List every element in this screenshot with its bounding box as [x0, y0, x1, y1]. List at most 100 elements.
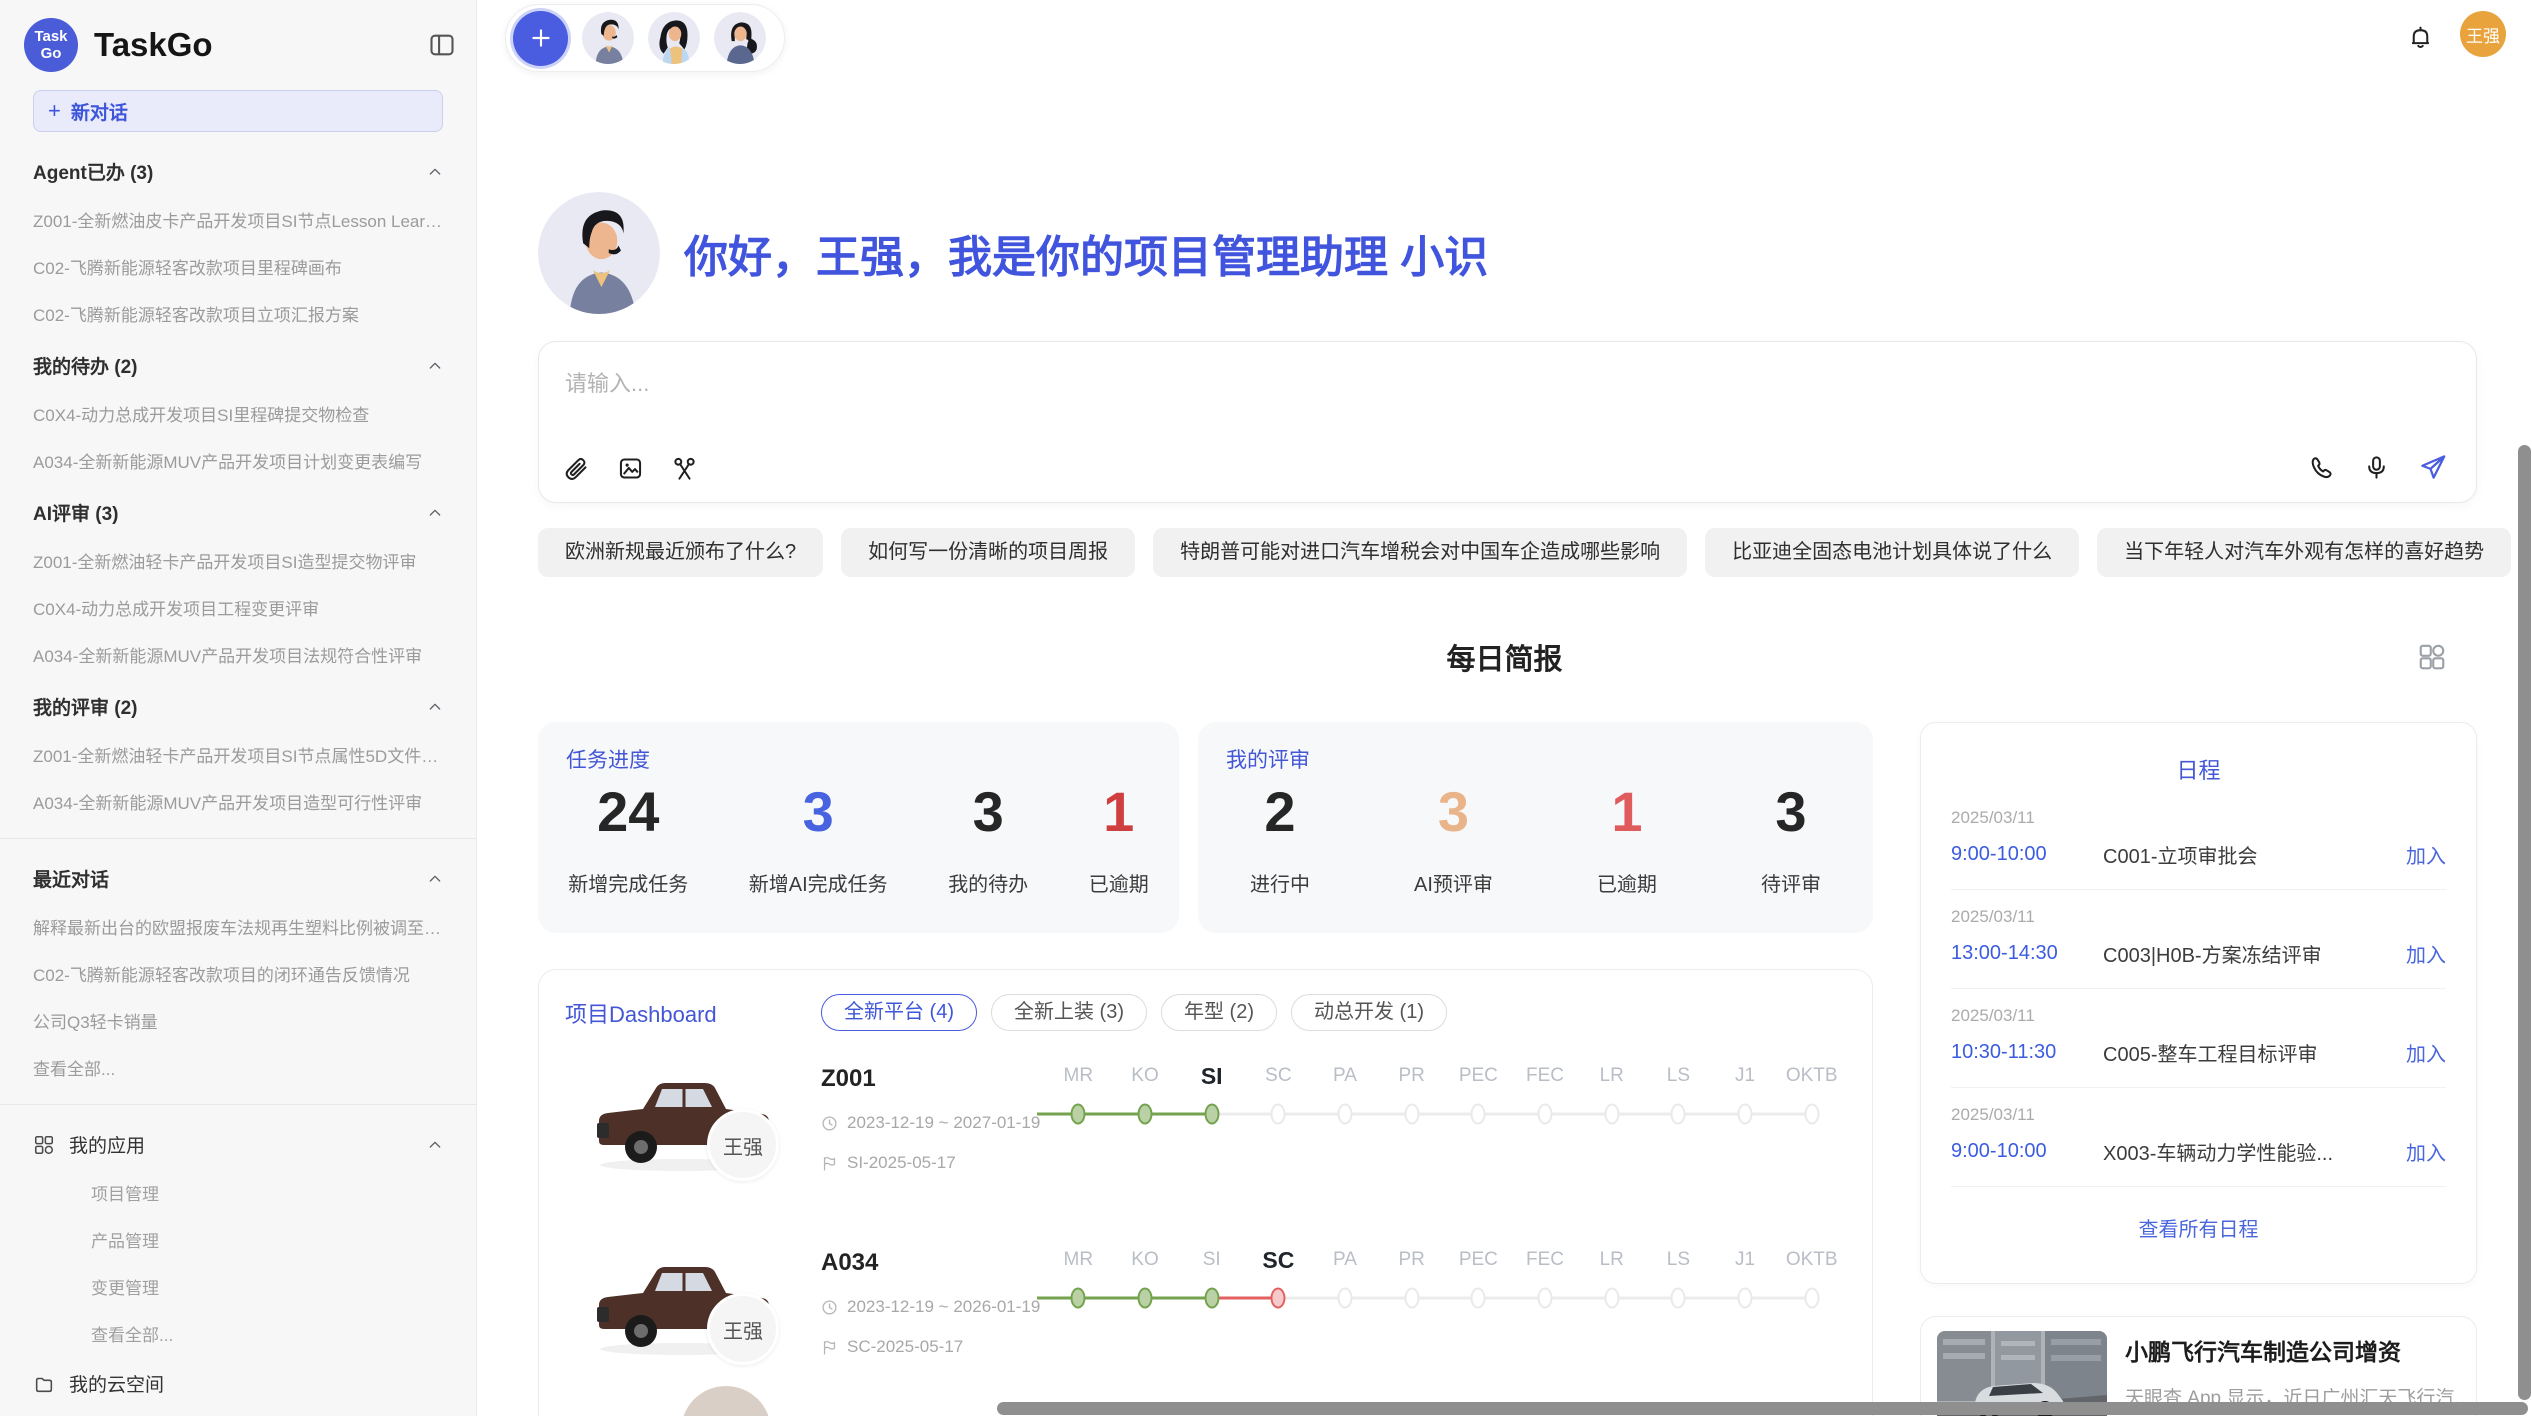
greeting-block: 你好，王强，我是你的项目管理助理 小识: [538, 192, 1488, 314]
view-all-chats[interactable]: 查看全部...: [33, 1055, 443, 1080]
chevron-up-icon[interactable]: [427, 505, 443, 521]
section-my-todo[interactable]: 我的待办 (2): [33, 352, 443, 379]
list-item[interactable]: Z001-全新燃油皮卡产品开发项目SI节点Lesson Learn报告: [33, 207, 443, 232]
sidebar-collapse-icon[interactable]: [428, 31, 456, 59]
project-row-a034[interactable]: 王强 A034 2023-12-19 ~ 2026-01-19 SC-2025-…: [539, 1241, 1872, 1399]
scissors-icon[interactable]: [671, 455, 698, 482]
list-item[interactable]: C02-飞腾新能源轻客改款项目立项汇报方案: [33, 301, 443, 326]
owner-badge: 王强: [707, 1293, 779, 1365]
list-item[interactable]: C02-飞腾新能源轻客改款项目的闭环通告反馈情况: [33, 961, 443, 986]
list-item[interactable]: C0X4-动力总成开发项目工程变更评审: [33, 595, 443, 620]
schedule-entry: 2025/03/11 13:00-14:30 C003|H0B-方案冻结评审 加…: [1951, 890, 2446, 989]
attachment-icon[interactable]: [563, 455, 590, 482]
sidebar-subitem-product-mgmt[interactable]: 产品管理: [91, 1227, 443, 1252]
schedule-event-title: C003|H0B-方案冻结评审: [2103, 939, 2406, 968]
tab-new-platform[interactable]: 全新平台 (4): [821, 994, 977, 1031]
view-all-schedule-link[interactable]: 查看所有日程: [1921, 1213, 2476, 1242]
sidebar: Task Go TaskGo + 新对话 Agent已办 (3) Z001-全新…: [0, 0, 477, 1416]
sidebar-item-my-apps[interactable]: 我的应用: [33, 1131, 443, 1158]
tab-powertrain[interactable]: 动总开发 (1): [1291, 994, 1447, 1031]
milestone-label-current: SC: [1245, 1243, 1312, 1277]
list-item[interactable]: C02-飞腾新能源轻客改款项目里程碑画布: [33, 254, 443, 279]
chevron-up-icon[interactable]: [427, 699, 443, 715]
agent-avatar-pill: [505, 4, 785, 72]
new-chat-button[interactable]: + 新对话: [33, 90, 443, 132]
suggestion-chip[interactable]: 特朗普可能对进口汽车增税会对中国车企造成哪些影响: [1153, 528, 1687, 577]
schedule-time: 13:00-14:30: [1951, 942, 2103, 965]
project-row-z001[interactable]: 王强 Z001 2023-12-19 ~ 2027-01-19 SI-2025-…: [539, 1057, 1872, 1215]
tab-new-upfit[interactable]: 全新上装 (3): [991, 994, 1147, 1031]
card-title: 我的评审: [1226, 744, 1310, 774]
agent-avatar-1[interactable]: [582, 12, 634, 64]
milestone-track: MR KO SI SC PA PR PEC FEC LR LS J1 OKTB: [1045, 1243, 1845, 1311]
phone-icon[interactable]: [2308, 454, 2335, 481]
image-icon[interactable]: [617, 455, 644, 482]
stat-my-todo: 3 我的待办: [948, 784, 1028, 897]
stat-in-progress: 2 进行中: [1250, 784, 1310, 897]
list-item[interactable]: A034-全新新能源MUV产品开发项目法规符合性评审: [33, 642, 443, 667]
schedule-time: 10:30-11:30: [1951, 1041, 2103, 1064]
sidebar-item-label: 我的云空间: [69, 1370, 164, 1397]
stats-row: 任务进度 24 新增完成任务 3 新增AI完成任务 3 我的待办 1 已逾期: [538, 722, 1873, 933]
add-agent-button[interactable]: [513, 11, 568, 66]
schedule-time: 9:00-10:00: [1951, 1140, 2103, 1163]
stat-value: 1: [1597, 784, 1657, 840]
section-recent-chats[interactable]: 最近对话: [33, 865, 443, 892]
layout-grid-icon[interactable]: [2417, 642, 2447, 672]
chevron-up-icon[interactable]: [427, 164, 443, 180]
list-item[interactable]: Z001-全新燃油轻卡产品开发项目SI造型提交物评审: [33, 548, 443, 573]
join-link[interactable]: 加入: [2406, 1038, 2446, 1067]
sidebar-subitem-change-mgmt[interactable]: 变更管理: [91, 1274, 443, 1299]
chevron-up-icon[interactable]: [427, 358, 443, 374]
schedule-entry: 2025/03/11 10:30-11:30 C005-整车工程目标评审 加入: [1951, 989, 2446, 1088]
list-item[interactable]: A034-全新新能源MUV产品开发项目计划变更表编写: [33, 448, 443, 473]
news-card[interactable]: 小鹏飞行汽车制造公司增资 天眼查 App 显示，近日广州汇天飞行汽...: [1920, 1316, 2477, 1416]
join-link[interactable]: 加入: [2406, 939, 2446, 968]
schedule-event-title: C005-整车工程目标评审: [2103, 1038, 2406, 1067]
section-title: Agent已办 (3): [33, 158, 427, 185]
list-item[interactable]: A034-全新新能源MUV产品开发项目造型可行性评审: [33, 789, 443, 814]
notification-bell-icon[interactable]: [2407, 24, 2434, 51]
list-item[interactable]: 解释最新出台的欧盟报废车法规再生塑料比例被调至15%...: [33, 914, 443, 939]
daily-briefing-title: 每日简报: [477, 636, 2532, 678]
microphone-icon[interactable]: [2363, 454, 2390, 481]
list-item[interactable]: 公司Q3轻卡销量: [33, 1008, 443, 1033]
project-dates: 2023-12-19 ~ 2027-01-19: [847, 1113, 1040, 1133]
section-agent-done[interactable]: Agent已办 (3): [33, 158, 443, 185]
apps-grid-icon: [33, 1134, 55, 1156]
divider: [0, 838, 476, 839]
agent-avatar-2[interactable]: [648, 12, 700, 64]
list-item[interactable]: C0X4-动力总成开发项目SI里程碑提交物检查: [33, 401, 443, 426]
section-title: 最近对话: [33, 865, 427, 892]
suggestion-chip[interactable]: 比亚迪全固态电池计划具体说了什么: [1705, 528, 2079, 577]
join-link[interactable]: 加入: [2406, 1137, 2446, 1166]
section-title: 我的评审 (2): [33, 693, 427, 720]
project-code: Z001: [821, 1065, 1040, 1093]
card-title: 任务进度: [566, 744, 650, 774]
milestone-label: MR: [1045, 1059, 1112, 1093]
suggestion-chip[interactable]: 当下年轻人对汽车外观有怎样的喜好趋势: [2097, 528, 2511, 577]
project-flag: SC-2025-05-17: [847, 1337, 963, 1357]
cloud-folder-icon: [33, 1373, 55, 1395]
schedule-time: 9:00-10:00: [1951, 843, 2103, 866]
vertical-scrollbar[interactable]: [2518, 445, 2531, 1400]
section-ai-review[interactable]: AI评审 (3): [33, 499, 443, 526]
send-icon[interactable]: [2418, 452, 2448, 482]
view-all-apps[interactable]: 查看全部...: [91, 1321, 443, 1346]
user-avatar[interactable]: 王强: [2460, 11, 2506, 57]
join-link[interactable]: 加入: [2406, 840, 2446, 869]
chat-input-card: 请输入...: [538, 341, 2477, 503]
suggestion-chip[interactable]: 如何写一份清晰的项目周报: [841, 528, 1135, 577]
chat-input[interactable]: 请输入...: [565, 366, 649, 398]
agent-avatar-3[interactable]: [714, 12, 766, 64]
sidebar-subitem-project-mgmt[interactable]: 项目管理: [91, 1180, 443, 1205]
stat-label: 进行中: [1250, 868, 1310, 897]
horizontal-scrollbar[interactable]: [997, 1402, 2528, 1415]
tab-model-year[interactable]: 年型 (2): [1161, 994, 1277, 1031]
suggestion-chip[interactable]: 欧洲新规最近颁布了什么?: [538, 528, 823, 577]
chevron-up-icon[interactable]: [427, 871, 443, 887]
section-my-review[interactable]: 我的评审 (2): [33, 693, 443, 720]
chevron-up-icon[interactable]: [427, 1137, 443, 1153]
list-item[interactable]: Z001-全新燃油轻卡产品开发项目SI节点属性5D文件评审: [33, 742, 443, 767]
sidebar-item-cloud-space[interactable]: 我的云空间: [33, 1370, 443, 1397]
